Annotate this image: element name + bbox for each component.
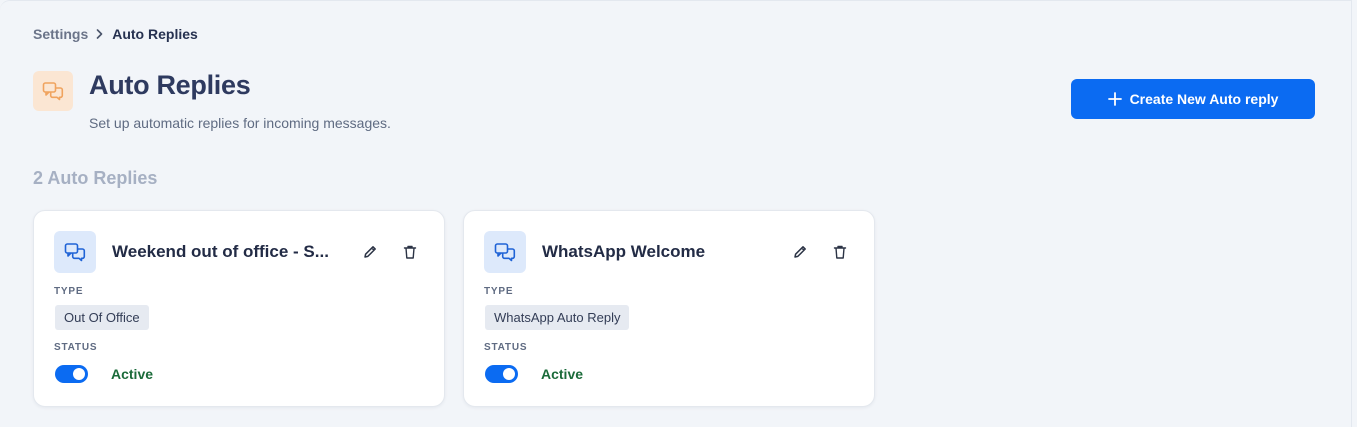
chat-bubbles-icon xyxy=(54,231,96,273)
status-toggle[interactable] xyxy=(55,365,88,383)
breadcrumb-current: Auto Replies xyxy=(112,26,198,42)
breadcrumb: Settings Auto Replies xyxy=(33,26,198,42)
status-label: STATUS xyxy=(484,342,528,353)
breadcrumb-settings-link[interactable]: Settings xyxy=(33,26,88,42)
create-auto-reply-button[interactable]: Create New Auto reply xyxy=(1071,79,1315,119)
type-label: TYPE xyxy=(484,286,514,297)
auto-reply-card[interactable]: WhatsApp Welcome TYPE WhatsApp Auto Repl… xyxy=(463,210,875,407)
delete-trash-icon[interactable] xyxy=(400,242,420,262)
delete-trash-icon[interactable] xyxy=(830,242,850,262)
chevron-right-icon xyxy=(95,29,105,39)
auto-replies-count: 2 Auto Replies xyxy=(33,168,158,188)
edit-pencil-icon[interactable] xyxy=(790,242,810,262)
type-label: TYPE xyxy=(54,286,84,297)
type-chip: WhatsApp Auto Reply xyxy=(485,305,630,330)
toggle-knob xyxy=(503,368,515,380)
status-label: STATUS xyxy=(54,342,98,353)
type-chip: Out Of Office xyxy=(55,305,149,330)
plus-icon xyxy=(1107,92,1122,106)
create-button-label: Create New Auto reply xyxy=(1129,91,1279,107)
toggle-knob xyxy=(73,368,85,380)
chat-bubbles-icon xyxy=(484,231,526,273)
auto-reply-card[interactable]: Weekend out of office - S... TYPE Out Of… xyxy=(33,210,445,407)
card-title: Weekend out of office - S... xyxy=(112,242,329,261)
page-subtitle: Set up automatic replies for incoming me… xyxy=(89,115,391,131)
card-title: WhatsApp Welcome xyxy=(542,242,706,261)
status-text: Active xyxy=(111,366,154,382)
edit-pencil-icon[interactable] xyxy=(360,242,380,262)
page-title: Auto Replies xyxy=(89,70,251,100)
chat-bubbles-icon xyxy=(33,71,73,111)
status-text: Active xyxy=(541,366,584,382)
status-toggle[interactable] xyxy=(485,365,518,383)
